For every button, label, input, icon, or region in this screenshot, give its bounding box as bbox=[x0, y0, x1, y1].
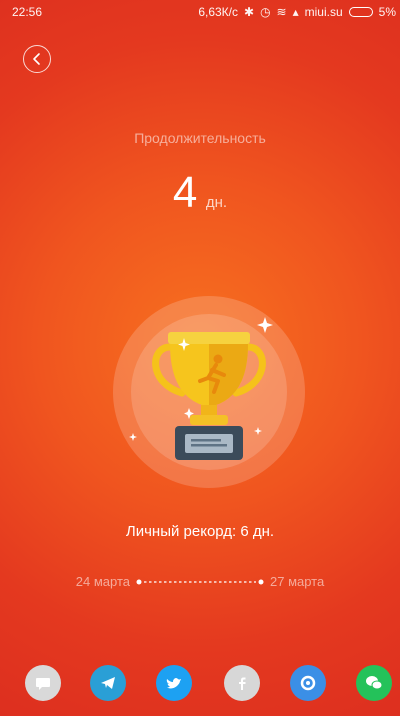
alarm-icon: ◷ bbox=[260, 5, 271, 19]
date-range: 24 марта 27 марта bbox=[0, 574, 400, 589]
share-telegram-button[interactable] bbox=[90, 665, 126, 701]
battery-percent: 5% bbox=[378, 5, 396, 19]
trophy-badge bbox=[112, 295, 306, 489]
message-icon bbox=[36, 678, 50, 690]
personal-record: Личный рекорд: 6 дн. bbox=[125, 523, 275, 540]
status-bar: 22:56 6,63К/с ✱ ◷ ≋ ▴ miui.su 5% bbox=[0, 0, 400, 24]
back-button[interactable] bbox=[23, 45, 51, 73]
share-browser-button[interactable] bbox=[290, 665, 326, 701]
trophy-icon bbox=[113, 296, 305, 488]
twitter-icon bbox=[166, 678, 181, 689]
share-facebook-button[interactable] bbox=[224, 665, 260, 701]
duration-summary: 4 дн. bbox=[0, 168, 400, 218]
status-time: 22:56 bbox=[12, 5, 43, 19]
network-speed: 6,63К/с bbox=[198, 5, 238, 19]
share-message-button[interactable] bbox=[25, 665, 61, 701]
browser-icon bbox=[300, 675, 316, 691]
wifi-icon: ≋ bbox=[276, 5, 287, 19]
share-bar bbox=[0, 665, 400, 709]
signal-icon: ▴ bbox=[292, 5, 299, 19]
wechat-icon bbox=[366, 676, 383, 690]
range-line-icon bbox=[136, 579, 264, 584]
carrier-name: miui.su bbox=[304, 5, 343, 19]
share-twitter-button[interactable] bbox=[156, 665, 192, 701]
duration-unit: дн. bbox=[205, 194, 228, 211]
range-end-date: 27 марта bbox=[270, 574, 325, 589]
duration-value: 4 bbox=[172, 168, 198, 217]
bluetooth-icon: ✱ bbox=[244, 5, 255, 19]
page-title: Продолжительность bbox=[134, 130, 266, 146]
chevron-left-icon bbox=[33, 53, 40, 65]
facebook-icon bbox=[239, 677, 246, 690]
status-right: 6,63К/с ✱ ◷ ≋ ▴ miui.su 5% bbox=[198, 5, 396, 19]
range-start-date: 24 марта bbox=[75, 574, 130, 589]
telegram-icon bbox=[101, 677, 115, 689]
battery-icon bbox=[348, 7, 373, 17]
share-wechat-button[interactable] bbox=[356, 665, 392, 701]
